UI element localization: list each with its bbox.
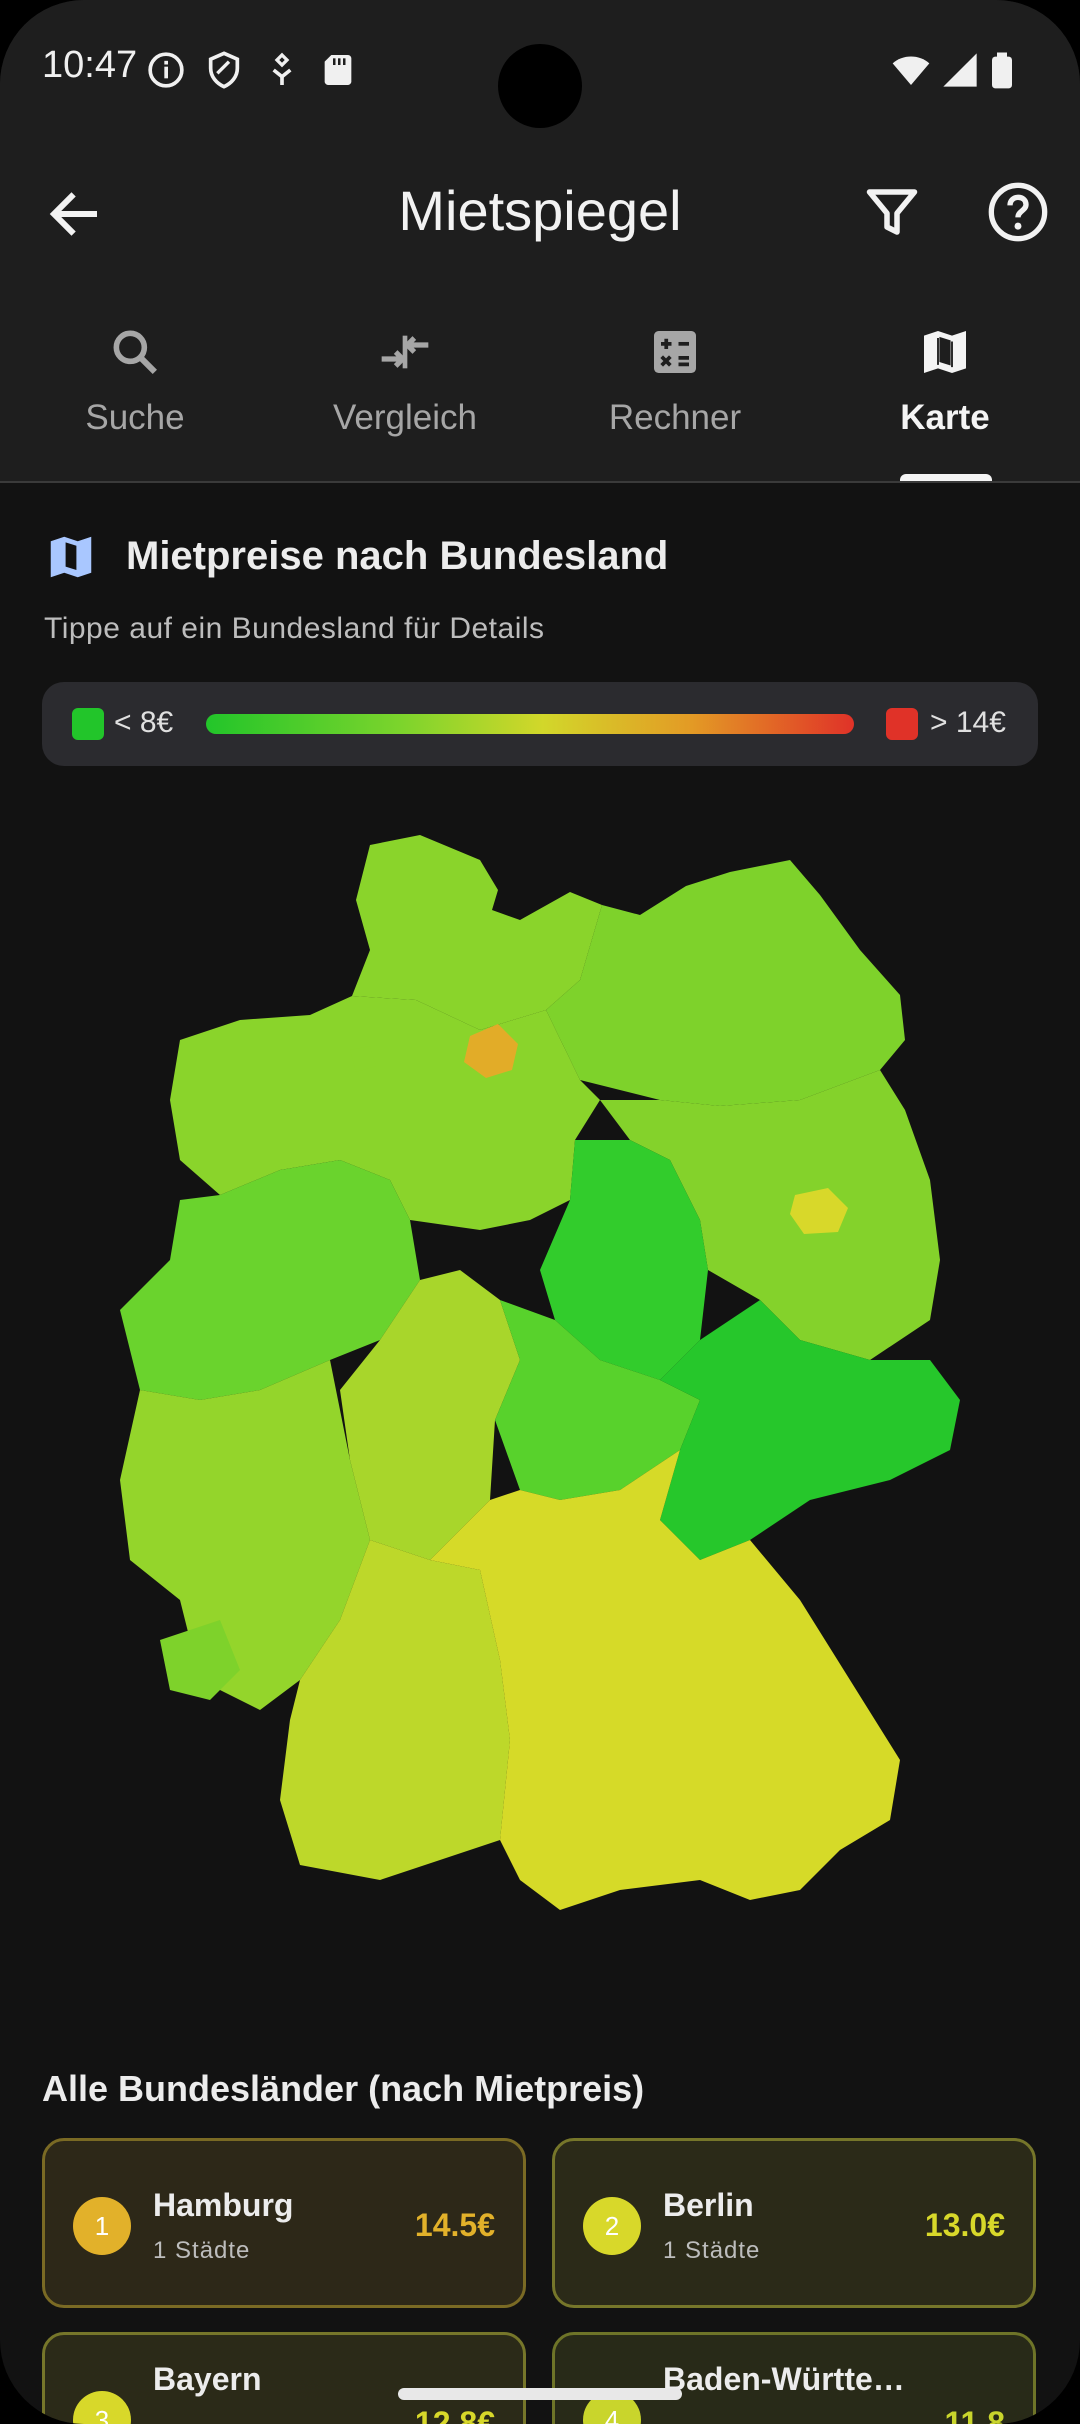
info-icon <box>148 52 184 88</box>
rent-price: 13.0€ <box>924 2207 1005 2243</box>
price-legend: < 8€ > 14€ <box>42 682 1038 766</box>
rent-price: 12.8€ <box>414 2405 495 2424</box>
legend-gradient <box>206 714 854 734</box>
state-name: Berlin <box>663 2187 754 2223</box>
calculator-icon <box>654 331 696 373</box>
top-app-bar: Mietspiegel <box>0 160 1080 270</box>
tab-suche[interactable]: Suche <box>0 310 270 482</box>
section-title: Mietpreise nach Bundesland <box>126 534 669 578</box>
state-mecklenburg-vorpommern[interactable] <box>546 860 905 1106</box>
tab-karte[interactable]: Karte <box>810 310 1080 482</box>
city-count: 1 Städte <box>153 2237 251 2264</box>
screen: 10:47 Mietspiegel Suche Vergleich Rechne… <box>0 0 1080 2424</box>
map-icon <box>50 536 92 578</box>
germany-map <box>120 835 960 1910</box>
map-icon <box>924 331 966 373</box>
legend-low-label: < 8€ <box>114 706 174 739</box>
state-card-hamburg[interactable]: 1 Hamburg 1 Städte 14.5€ <box>42 2138 526 2308</box>
rank-badge: 2 <box>583 2197 641 2255</box>
battery-icon <box>992 52 1012 89</box>
usb-icon <box>272 52 292 85</box>
tab-label: Karte <box>900 398 990 437</box>
status-time: 10:47 <box>42 44 138 86</box>
city-count: 1 Städte <box>663 2237 761 2264</box>
status-bar: 10:47 <box>0 0 1080 140</box>
state-card-berlin[interactable]: 2 Berlin 1 Städte 13.0€ <box>552 2138 1036 2308</box>
shield-icon <box>208 51 240 89</box>
state-card-baden-wuerttemberg[interactable]: 4 Baden-Württe… 11.8 <box>552 2332 1036 2424</box>
state-name: Baden-Württe… <box>663 2361 905 2397</box>
list-title: Alle Bundesländer (nach Mietpreis) <box>42 2068 645 2109</box>
rank-badge: 1 <box>73 2197 131 2255</box>
state-name: Bayern <box>153 2361 262 2397</box>
rank-badge: 3 <box>73 2391 131 2424</box>
rent-price: 11.8 <box>944 2405 1005 2424</box>
signal-icon <box>943 53 977 87</box>
tab-label: Suche <box>85 398 185 437</box>
rent-price: 14.5€ <box>414 2207 495 2243</box>
home-indicator[interactable] <box>398 2388 682 2400</box>
sd-card-icon <box>324 55 352 85</box>
state-name: Hamburg <box>153 2187 294 2223</box>
compare-arrows-icon <box>381 335 429 369</box>
tab-vergleich[interactable]: Vergleich <box>270 310 540 482</box>
divider <box>0 481 1080 483</box>
tab-rechner[interactable]: Rechner <box>540 310 810 482</box>
tab-label: Vergleich <box>333 398 477 437</box>
tab-bar: Suche Vergleich Rechner Karte <box>0 310 1080 482</box>
help-icon[interactable] <box>986 180 1050 244</box>
state-card-bayern[interactable]: 3 Bayern 12.8€ <box>42 2332 526 2424</box>
legend-high-swatch <box>886 708 918 740</box>
filter-icon[interactable] <box>862 182 922 242</box>
legend-low-swatch <box>72 708 104 740</box>
tab-label: Rechner <box>608 398 742 437</box>
wifi-icon <box>892 56 930 85</box>
legend-high-label: > 14€ <box>930 706 1006 739</box>
front-camera <box>498 44 582 128</box>
section-subtitle: Tippe auf ein Bundesland für Details <box>44 612 545 645</box>
search-icon <box>113 330 157 374</box>
